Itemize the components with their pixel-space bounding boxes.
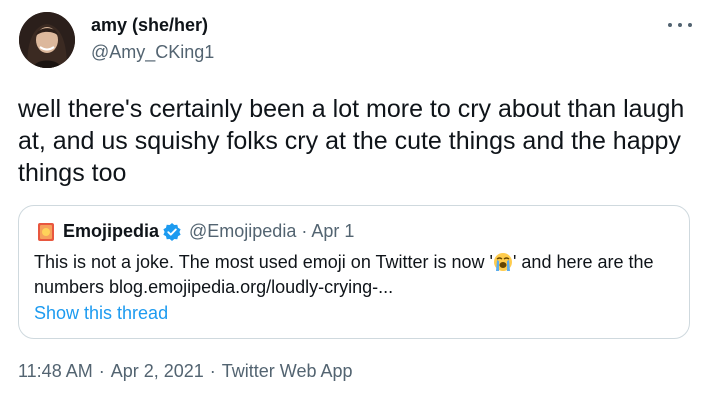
tweet: amy (she/her) @Amy_CKing1 well there's c… [0, 0, 711, 400]
separator-dot: · [209, 361, 216, 381]
quote-author-name[interactable]: Emojipedia [63, 221, 159, 242]
source-app[interactable]: Twitter Web App [222, 361, 353, 381]
show-thread-link[interactable]: Show this thread [34, 303, 168, 324]
separator-dot: · [301, 221, 308, 241]
avatar[interactable] [19, 12, 75, 68]
tweet-time[interactable]: 11:48 AM [18, 361, 93, 381]
dot [688, 23, 692, 27]
quote-text-before: This is not a joke. The most used emoji … [34, 252, 493, 272]
quote-date[interactable]: Apr 1 [311, 221, 354, 241]
quote-meta: @Emojipedia · Apr 1 [189, 221, 354, 242]
quoted-tweet[interactable]: Emojipedia @Emojipedia · Apr 1 This is n… [18, 205, 690, 339]
tweet-date[interactable]: Apr 2, 2021 [111, 361, 204, 381]
author-handle[interactable]: @Amy_CKing1 [91, 42, 214, 63]
emojipedia-logo-icon [38, 223, 54, 241]
avatar-photo-icon [19, 12, 75, 68]
separator-dot: · [98, 361, 105, 381]
loudly-crying-face-icon [493, 253, 512, 271]
quote-text: This is not a joke. The most used emoji … [34, 250, 674, 300]
tweet-text: well there's certainly been a lot more t… [18, 95, 685, 187]
verified-badge-icon [163, 223, 181, 241]
tweet-footer: 11:48 AM · Apr 2, 2021 · Twitter Web App [18, 361, 353, 382]
author-display-name[interactable]: amy (she/her) [91, 15, 208, 36]
dot [678, 23, 682, 27]
more-options-icon[interactable] [668, 18, 692, 32]
quote-handle[interactable]: @Emojipedia [189, 221, 296, 241]
dot [668, 23, 672, 27]
